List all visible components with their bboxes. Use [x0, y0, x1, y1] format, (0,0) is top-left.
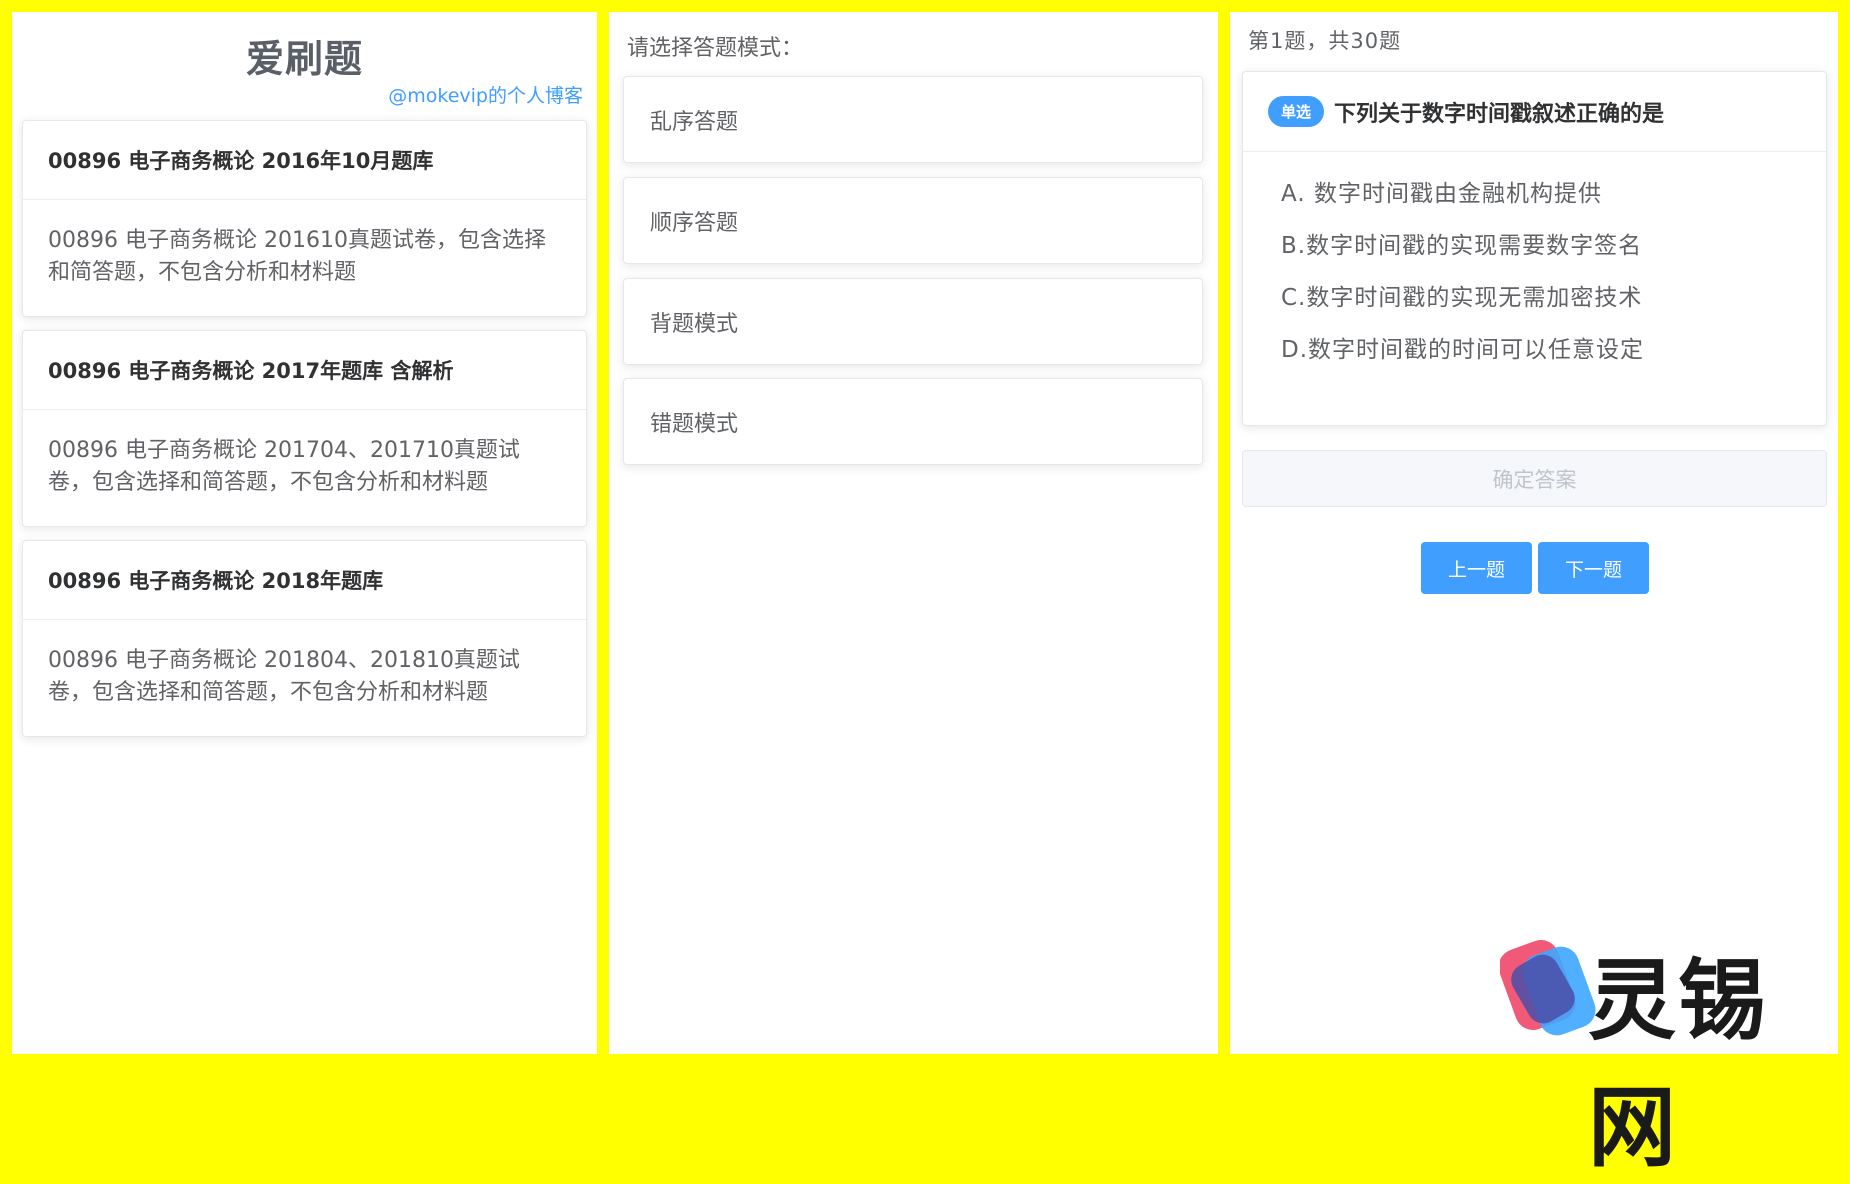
options-list: A. 数字时间戳由金融机构提供 B.数字时间戳的实现需要数字签名 C.数字时间戳… — [1243, 152, 1826, 392]
bank-card-2017[interactable]: 00896 电子商务概论 2017年题库 含解析 00896 电子商务概论 20… — [22, 330, 587, 527]
option-b[interactable]: B.数字时间戳的实现需要数字签名 — [1281, 220, 1788, 272]
question-type-badge: 单选 — [1268, 96, 1325, 127]
next-question-button[interactable]: 下一题 — [1538, 542, 1649, 594]
mode-panel: 请选择答题模式： 乱序答题 顺序答题 背题模式 错题模式 — [609, 12, 1218, 1054]
question-panel: 第1题，共30题 单选 下列关于数字时间戳叙述正确的是 A. 数字时间戳由金融机… — [1230, 12, 1838, 1054]
blog-link[interactable]: @mokevip的个人博客 — [388, 81, 583, 108]
question-card: 单选 下列关于数字时间戳叙述正确的是 A. 数字时间戳由金融机构提供 B.数字时… — [1242, 71, 1827, 426]
watermark-text: 灵锡网 — [1588, 949, 1769, 1179]
question-bank-panel: 爱刷题 @mokevip的个人博客 00896 电子商务概论 2016年10月题… — [12, 12, 597, 1054]
bank-title: 00896 电子商务概论 2016年10月题库 — [23, 121, 586, 200]
bank-description: 00896 电子商务概论 201804、201810真题试卷，包含选择和简答题，… — [48, 648, 520, 705]
mode-sequential[interactable]: 顺序答题 — [623, 177, 1203, 264]
mode-prompt: 请选择答题模式： — [627, 36, 804, 61]
mode-wrong-answers[interactable]: 错题模式 — [623, 378, 1203, 465]
app-title: 爱刷题 — [245, 37, 363, 81]
mode-random[interactable]: 乱序答题 — [623, 76, 1203, 163]
question-text: 下列关于数字时间戳叙述正确的是 — [1334, 101, 1665, 127]
bank-title: 00896 电子商务概论 2017年题库 含解析 — [23, 331, 586, 410]
question-progress: 第1题，共30题 — [1248, 29, 1402, 53]
bank-description: 00896 电子商务概论 201704、201710真题试卷，包含选择和简答题，… — [48, 438, 520, 495]
mode-memorize[interactable]: 背题模式 — [623, 278, 1203, 365]
option-c[interactable]: C.数字时间戳的实现无需加密技术 — [1281, 272, 1788, 324]
bank-title: 00896 电子商务概论 2018年题库 — [23, 541, 586, 620]
option-d[interactable]: D.数字时间戳的时间可以任意设定 — [1281, 324, 1788, 376]
bank-description: 00896 电子商务概论 201610真题试卷，包含选择和简答题，不包含分析和材… — [48, 228, 546, 285]
option-a[interactable]: A. 数字时间戳由金融机构提供 — [1281, 168, 1788, 220]
confirm-answer-button[interactable]: 确定答案 — [1242, 450, 1827, 507]
question-header: 单选 下列关于数字时间戳叙述正确的是 — [1243, 72, 1826, 152]
bank-card-2016[interactable]: 00896 电子商务概论 2016年10月题库 00896 电子商务概论 201… — [22, 120, 587, 317]
bank-card-2018[interactable]: 00896 电子商务概论 2018年题库 00896 电子商务概论 201804… — [22, 540, 587, 737]
previous-question-button[interactable]: 上一题 — [1421, 542, 1532, 594]
